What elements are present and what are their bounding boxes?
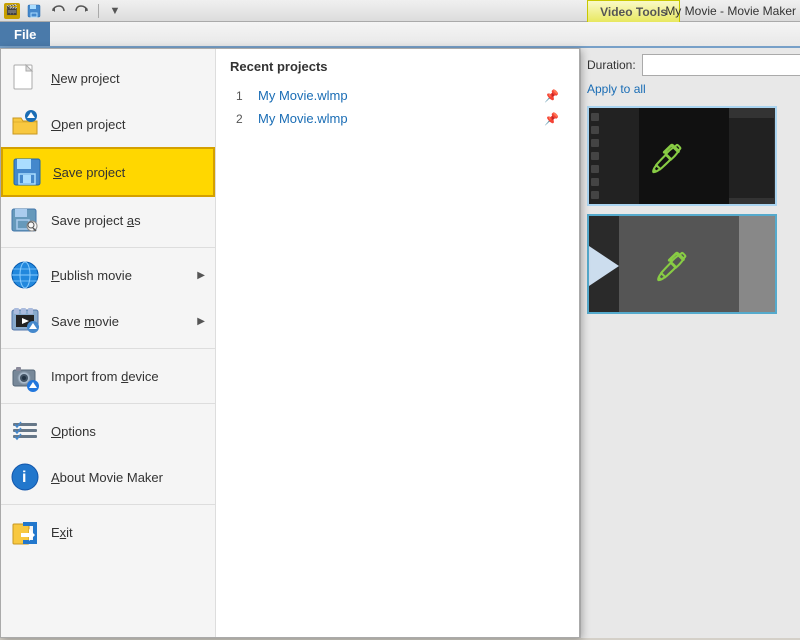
new-project-label: New project bbox=[51, 71, 205, 86]
options-icon bbox=[9, 415, 41, 447]
import-icon bbox=[9, 360, 41, 392]
apply-to-all-button[interactable]: Apply to all bbox=[587, 82, 646, 96]
menu-item-save-project[interactable]: Save project bbox=[1, 147, 215, 197]
menu-item-options[interactable]: Options bbox=[1, 408, 215, 454]
publish-movie-label: Publish movie bbox=[51, 268, 187, 283]
app-title: My Movie - Movie Maker bbox=[665, 4, 796, 18]
exit-label: Exit bbox=[51, 525, 205, 540]
toolbar-separator bbox=[98, 4, 99, 18]
app-icon: 🎬 bbox=[4, 3, 20, 19]
menu-item-about[interactable]: i About Movie Maker bbox=[1, 454, 215, 500]
main-area: Duration: ↓ Apply to all bbox=[0, 48, 800, 640]
thumbnail-1[interactable]: 🖊 bbox=[587, 106, 777, 206]
about-label: About Movie Maker bbox=[51, 470, 205, 485]
save-movie-icon bbox=[9, 305, 41, 337]
menu-item-publish-movie[interactable]: Publish movie ▶ bbox=[1, 252, 215, 298]
menu-item-new-project[interactable]: New project bbox=[1, 55, 215, 101]
save-project-as-label: Save project as bbox=[51, 213, 205, 228]
file-menu: New project Open project bbox=[0, 48, 580, 638]
file-tab[interactable]: File bbox=[0, 22, 50, 46]
svg-text:🖊: 🖊 bbox=[649, 143, 685, 174]
duration-input[interactable] bbox=[642, 54, 800, 76]
toolbar-area: 🎬 ▼ bbox=[4, 1, 125, 21]
menu-item-save-movie[interactable]: Save movie ▶ bbox=[1, 298, 215, 344]
options-label: Options bbox=[51, 424, 205, 439]
recent-num-1: 1 bbox=[236, 89, 250, 103]
open-project-label: Open project bbox=[51, 117, 205, 132]
menu-item-open-project[interactable]: Open project bbox=[1, 101, 215, 147]
import-from-device-label: Import from device bbox=[51, 369, 205, 384]
menu-item-import-from-device[interactable]: Import from device bbox=[1, 353, 215, 399]
save-project-label: Save project bbox=[53, 165, 203, 180]
file-menu-left: New project Open project bbox=[1, 49, 216, 637]
svg-text:🖊: 🖊 bbox=[654, 251, 690, 282]
undo-toolbar-button[interactable] bbox=[48, 1, 68, 21]
thumbnail-area: 🖊 🖊 bbox=[587, 106, 794, 314]
divider-1 bbox=[1, 247, 215, 248]
save-movie-label: Save movie bbox=[51, 314, 187, 329]
recent-item-1[interactable]: 1 My Movie.wlmp 📌 bbox=[230, 84, 565, 107]
recent-pin-2[interactable]: 📌 bbox=[544, 112, 559, 126]
menu-item-save-project-as[interactable]: Save project as bbox=[1, 197, 215, 243]
recent-item-2[interactable]: 2 My Movie.wlmp 📌 bbox=[230, 107, 565, 130]
save-icon bbox=[11, 156, 43, 188]
divider-3 bbox=[1, 403, 215, 404]
menu-item-exit[interactable]: Exit bbox=[1, 509, 215, 555]
recent-projects-title: Recent projects bbox=[230, 59, 565, 74]
exit-icon bbox=[9, 516, 41, 548]
divider-4 bbox=[1, 504, 215, 505]
save-as-icon bbox=[9, 204, 41, 236]
save-movie-arrow: ▶ bbox=[197, 316, 205, 327]
right-panel: Duration: ↓ Apply to all bbox=[580, 48, 800, 638]
dropdown-toolbar-button[interactable]: ▼ bbox=[105, 1, 125, 21]
save-toolbar-button[interactable] bbox=[24, 1, 44, 21]
ribbon-bar: File bbox=[0, 22, 800, 48]
publish-arrow: ▶ bbox=[197, 270, 205, 281]
recent-num-2: 2 bbox=[236, 112, 250, 126]
duration-label: Duration: bbox=[587, 58, 636, 72]
divider-2 bbox=[1, 348, 215, 349]
duration-row: Duration: ↓ bbox=[587, 54, 794, 76]
redo-toolbar-button[interactable] bbox=[72, 1, 92, 21]
file-menu-right: Recent projects 1 My Movie.wlmp 📌 2 My M… bbox=[216, 49, 579, 637]
open-folder-icon bbox=[9, 108, 41, 140]
thumbnail-2[interactable]: 🖊 bbox=[587, 214, 777, 314]
recent-pin-1[interactable]: 📌 bbox=[544, 89, 559, 103]
recent-filename-1: My Movie.wlmp bbox=[258, 88, 536, 103]
about-icon: i bbox=[9, 461, 41, 493]
svg-text:i: i bbox=[22, 469, 26, 486]
publish-icon bbox=[9, 259, 41, 291]
recent-filename-2: My Movie.wlmp bbox=[258, 111, 536, 126]
title-bar: 🎬 ▼ Video Tools My Movie - Movie Maker bbox=[0, 0, 800, 22]
new-file-icon bbox=[9, 62, 41, 94]
